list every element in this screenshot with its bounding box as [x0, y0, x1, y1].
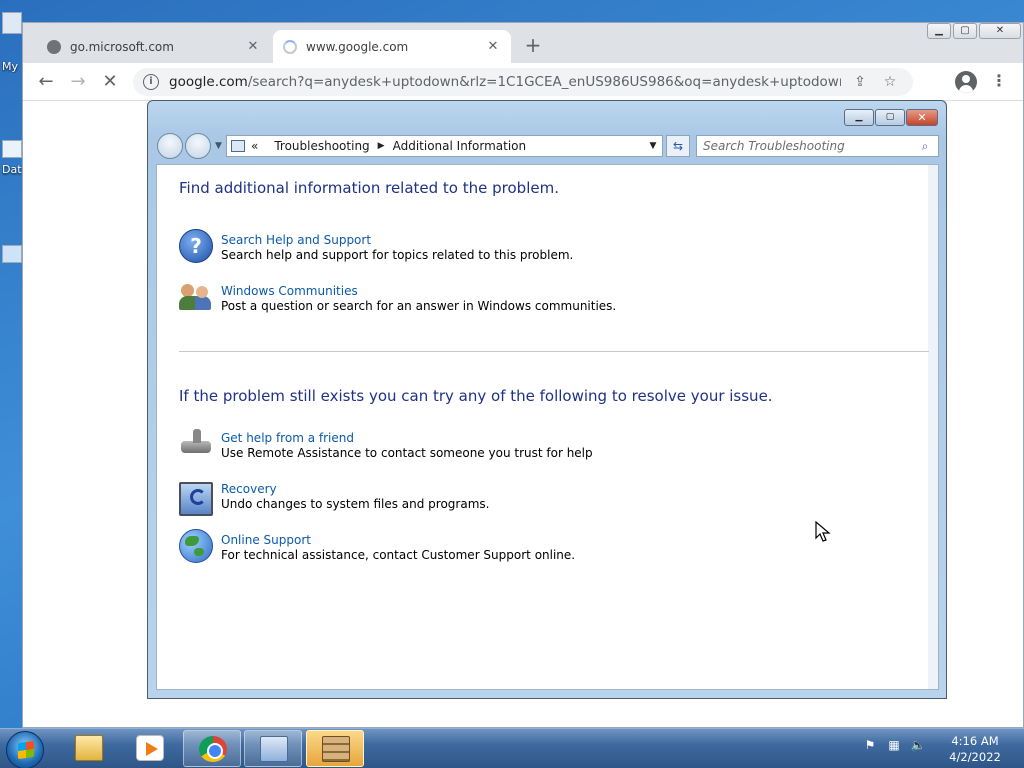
breadcrumb-separator-icon[interactable]: ▶	[378, 141, 385, 151]
control-panel-icon	[260, 736, 288, 762]
search-troubleshooting-input[interactable]: Search Troubleshooting ⌕	[696, 135, 939, 157]
taskbar-explorer[interactable]	[60, 730, 118, 767]
back-arrow-icon[interactable]: ←	[33, 69, 59, 95]
online-support-description: For technical assistance, contact Custom…	[221, 548, 576, 562]
clock-time: 4:16 AM	[951, 734, 999, 748]
people-icon	[179, 280, 213, 314]
window-controls: ▁ ▢ ✕	[927, 23, 1021, 39]
globe-favicon-icon	[47, 39, 61, 54]
breadcrumb-overflow[interactable]: «	[251, 139, 258, 153]
profile-icon[interactable]	[955, 71, 977, 93]
search-icon[interactable]: ⌕	[918, 139, 932, 154]
taskbar: ⚑ ▦ 🔈 4:16 AM 4/2/2022	[0, 728, 1024, 768]
recovery-link[interactable]: Recovery	[221, 482, 489, 497]
section-divider	[179, 351, 929, 352]
site-info-icon[interactable]: i	[143, 74, 159, 90]
get-help-friend-description: Use Remote Assistance to contact someone…	[221, 446, 593, 460]
share-icon[interactable]: ⇪	[849, 74, 871, 90]
chevron-down-icon[interactable]: ▼	[644, 141, 662, 151]
tab-strip: go.microsoft.com ✕ www.google.com ✕ + ▁ …	[23, 23, 1023, 63]
address-bar[interactable]: i google.com/search?q=anydesk+uptodown&r…	[133, 68, 913, 96]
list-item-search-help[interactable]: ? Search Help and Support Search help an…	[179, 229, 573, 263]
firewall-icon	[322, 736, 350, 762]
browser-toolbar: ← → ✕ i google.com/search?q=anydesk+upto…	[23, 63, 1023, 101]
system-tray: ⚑ ▦ 🔈	[862, 737, 926, 753]
help-icon: ?	[179, 229, 213, 263]
folder-icon	[75, 735, 103, 761]
tab-close-icon[interactable]: ✕	[245, 39, 261, 54]
url-text: google.com/search?q=anydesk+uptodown&rlz…	[169, 74, 841, 90]
new-tab-button[interactable]: +	[521, 34, 545, 58]
breadcrumb-additional-information[interactable]: Additional Information	[393, 139, 527, 153]
search-help-link[interactable]: Search Help and Support	[221, 233, 573, 248]
forward-arrow-icon[interactable]: →	[65, 69, 91, 95]
recent-pages-dropdown-icon[interactable]: ▼	[215, 141, 222, 151]
loading-spinner-icon	[283, 39, 297, 54]
back-button[interactable]	[157, 133, 183, 159]
section-heading-resolve: If the problem still exists you can try …	[179, 387, 773, 405]
taskbar-control-panel[interactable]	[244, 730, 302, 767]
control-panel-icon	[231, 140, 245, 152]
url-path: /search?q=anydesk+uptodown&rlz=1C1GCEA_e…	[247, 74, 841, 90]
taskbar-chrome[interactable]	[183, 730, 241, 767]
content-pane: Find additional information related to t…	[156, 164, 939, 690]
tw-close-button[interactable]: ✕	[906, 109, 938, 126]
breadcrumb-bar[interactable]: « Troubleshooting ▶ Additional Informati…	[226, 135, 663, 157]
scrollbar-track[interactable]	[928, 165, 938, 689]
tab-google[interactable]: www.google.com ✕	[273, 30, 511, 63]
action-center-flag-icon[interactable]: ⚑	[862, 737, 878, 753]
list-item-get-help-friend[interactable]: Get help from a friend Use Remote Assist…	[179, 427, 593, 461]
breadcrumb-troubleshooting[interactable]: Troubleshooting	[274, 139, 369, 153]
tw-window-controls: ▁ ▢ ✕	[844, 109, 938, 126]
maximize-button[interactable]: ▢	[953, 23, 977, 39]
tw-minimize-button[interactable]: ▁	[844, 109, 874, 126]
network-icon[interactable]: ▦	[886, 737, 902, 753]
minimize-button[interactable]: ▁	[927, 23, 951, 39]
close-button[interactable]: ✕	[979, 23, 1021, 39]
list-item-online-support[interactable]: Online Support For technical assistance,…	[179, 529, 575, 563]
search-help-description: Search help and support for topics relat…	[221, 248, 574, 262]
desktop-icon-my[interactable]	[2, 12, 22, 34]
desktop-icon-label-data: Dat	[2, 163, 22, 176]
tab-title: www.google.com	[306, 39, 409, 54]
desktop-icon-data[interactable]	[2, 140, 22, 158]
bookmark-star-icon[interactable]: ☆	[879, 74, 901, 90]
recovery-description: Undo changes to system files and program…	[221, 497, 490, 511]
online-support-link[interactable]: Online Support	[221, 533, 575, 548]
url-host: google.com	[169, 74, 248, 90]
desktop-icon-third[interactable]	[2, 245, 22, 263]
stop-icon[interactable]: ✕	[97, 69, 123, 95]
list-item-recovery[interactable]: Recovery Undo changes to system files an…	[179, 478, 489, 516]
taskbar-media-player[interactable]	[121, 730, 179, 767]
windows-communities-link[interactable]: Windows Communities	[221, 284, 616, 299]
clock[interactable]: 4:16 AM 4/2/2022	[940, 733, 1010, 765]
get-help-friend-link[interactable]: Get help from a friend	[221, 431, 593, 446]
chrome-icon	[199, 736, 227, 762]
search-placeholder: Search Troubleshooting	[703, 139, 845, 153]
windows-communities-description: Post a question or search for an answer …	[221, 299, 617, 313]
remote-assistance-icon	[179, 427, 213, 461]
section-heading-additional-info: Find additional information related to t…	[179, 179, 559, 197]
desktop-icon-label-my: My	[2, 60, 19, 73]
volume-icon[interactable]: 🔈	[910, 737, 926, 753]
kebab-menu-icon[interactable]: ⋮	[989, 69, 1009, 95]
globe-icon	[179, 529, 213, 563]
clock-date: 4/2/2022	[949, 750, 1001, 764]
taskbar-firewall[interactable]	[306, 730, 364, 767]
start-button[interactable]	[6, 731, 44, 768]
tab-go-microsoft[interactable]: go.microsoft.com ✕	[37, 30, 271, 63]
list-item-windows-communities[interactable]: Windows Communities Post a question or s…	[179, 280, 616, 314]
tw-maximize-button[interactable]: ▢	[875, 109, 905, 126]
media-player-icon	[136, 735, 164, 761]
forward-button[interactable]	[185, 133, 211, 159]
tab-title: go.microsoft.com	[70, 39, 174, 54]
refresh-icon[interactable]: ⇆	[666, 135, 690, 157]
recovery-icon	[179, 482, 213, 516]
tab-close-icon[interactable]: ✕	[485, 39, 501, 54]
troubleshooting-window: ▁ ▢ ✕ ▼ « Troubleshooting ▶ Additional I…	[147, 100, 947, 699]
